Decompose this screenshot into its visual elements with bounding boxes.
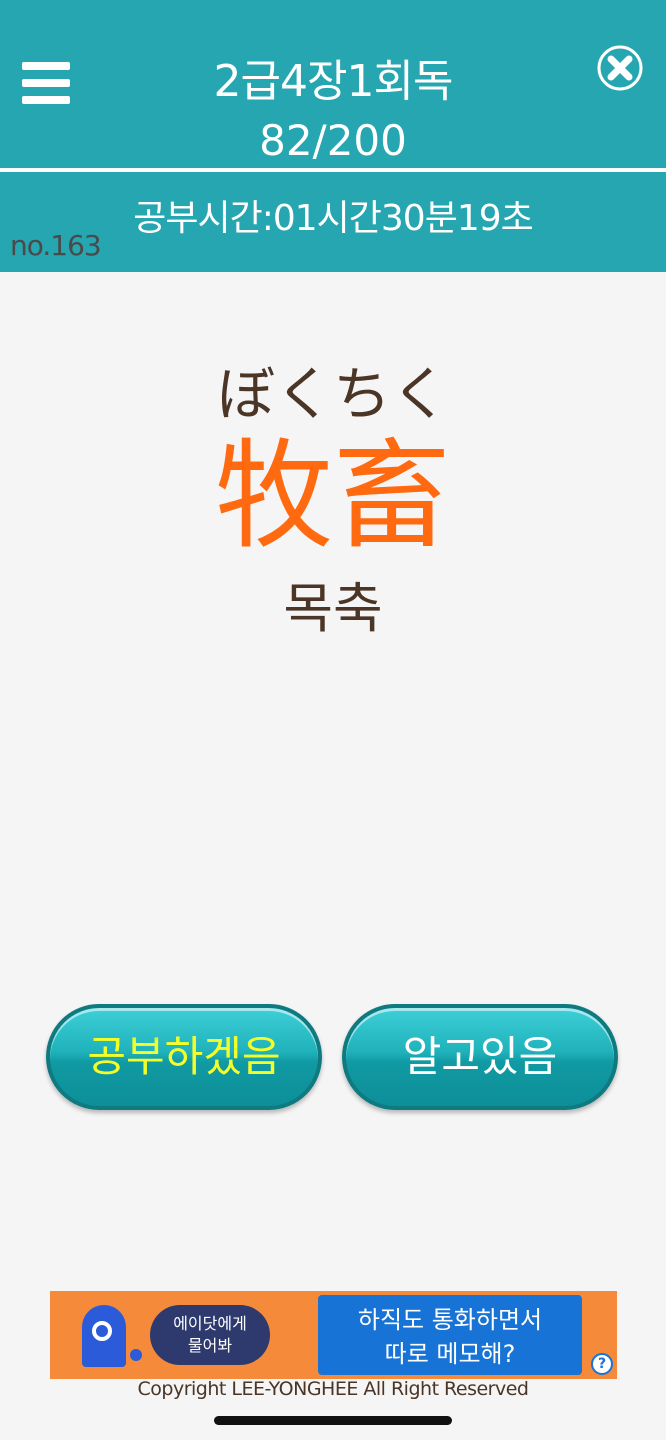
ad-bubble-line1: 에이닷에게 bbox=[173, 1314, 247, 1333]
close-icon[interactable] bbox=[596, 44, 644, 92]
known-button[interactable]: 알고있음 bbox=[342, 1004, 618, 1110]
ad-banner[interactable]: 에이닷에게 물어봐 하직도 통화하면서 따로 메모해? ? bbox=[50, 1291, 617, 1379]
progress-counter: 82/200 bbox=[259, 116, 407, 165]
study-button[interactable]: 공부하겠음 bbox=[46, 1004, 322, 1110]
home-indicator[interactable] bbox=[214, 1416, 452, 1425]
menu-line bbox=[22, 62, 70, 70]
mascot-icon bbox=[82, 1305, 126, 1367]
word-meaning: 목축 bbox=[283, 577, 383, 640]
menu-line bbox=[22, 96, 70, 104]
ad-bubble-line2: 물어봐 bbox=[187, 1336, 233, 1355]
ad-box-line1: 하직도 통화하면서 bbox=[357, 1306, 543, 1334]
ad-speech-bubble: 에이닷에게 물어봐 bbox=[150, 1305, 270, 1365]
ad-box-line2: 따로 메모해? bbox=[384, 1340, 516, 1368]
copyright-text: Copyright LEE-YONGHEE All Right Reserved bbox=[137, 1378, 529, 1400]
ad-info-icon[interactable]: ? bbox=[591, 1353, 613, 1375]
word-reading: ぼくちく bbox=[216, 360, 449, 428]
menu-line bbox=[22, 79, 70, 87]
mascot-dot bbox=[130, 1349, 142, 1361]
close-circle-icon bbox=[597, 45, 643, 91]
page-title: 2급4장1회독 bbox=[213, 56, 454, 107]
ad-message-box: 하직도 통화하면서 따로 메모해? bbox=[318, 1295, 582, 1375]
hamburger-menu-icon[interactable] bbox=[22, 62, 72, 106]
card-number: no.163 bbox=[10, 229, 102, 262]
word-kanji: 牧畜 bbox=[214, 427, 451, 565]
